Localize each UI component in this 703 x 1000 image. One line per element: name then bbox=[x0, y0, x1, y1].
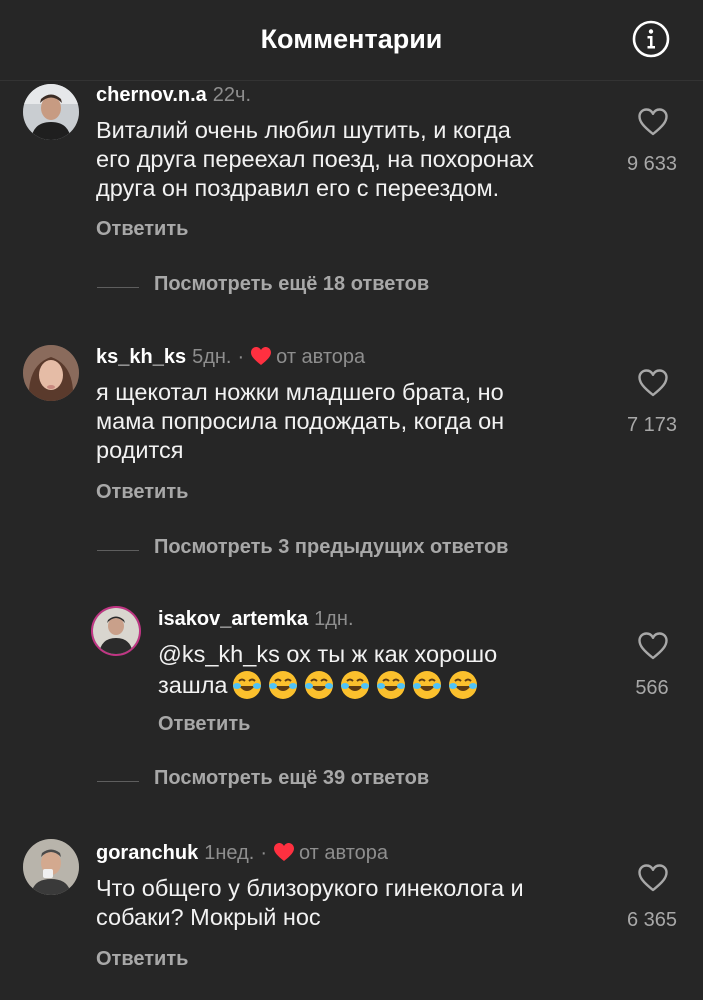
like-count: 9 633 bbox=[626, 153, 678, 175]
avatar[interactable] bbox=[23, 345, 79, 401]
avatar[interactable] bbox=[23, 839, 79, 895]
like-count: 6 365 bbox=[626, 909, 678, 931]
timestamp: 22ч. bbox=[212, 84, 252, 106]
tears-of-joy-emoji bbox=[305, 671, 334, 699]
tears-of-joy-emoji bbox=[269, 671, 298, 699]
comment-text-word: зашла bbox=[158, 672, 228, 698]
header: Комментарии bbox=[0, 0, 703, 81]
comment-text-line: @ks_kh_ks ох ты ж как хорошо bbox=[158, 641, 498, 667]
avatar[interactable] bbox=[23, 84, 79, 140]
tears-of-joy-emoji bbox=[341, 671, 370, 699]
like-count: 7 173 bbox=[626, 414, 678, 436]
comment-text-line: его друга переехал поезд, на похоронах bbox=[96, 146, 534, 172]
reply-button[interactable]: Ответить bbox=[96, 218, 188, 241]
emoji-row bbox=[227, 669, 479, 708]
reply-button[interactable]: Ответить bbox=[96, 948, 188, 971]
divider-line bbox=[97, 781, 139, 782]
comment-meta: goranchuk 1нед. · от автора bbox=[96, 842, 388, 865]
author-badge: от автора bbox=[276, 346, 366, 368]
heart-outline-icon[interactable] bbox=[637, 368, 669, 398]
comment-text-line: я щекотал ножки младшего брата, но bbox=[96, 379, 504, 405]
comment-text: @ks_kh_ks ох ты ж как хорошо зашла bbox=[158, 640, 497, 708]
divider-line bbox=[97, 287, 139, 288]
comment-text: Что общего у близорукого гинеколога и со… bbox=[96, 874, 524, 932]
comment-text-line: мама попросила подождать, когда он bbox=[96, 408, 505, 434]
view-previous-replies[interactable]: Посмотреть 3 предыдущих ответов bbox=[0, 536, 703, 566]
view-more-label[interactable]: Посмотреть ещё 18 ответов bbox=[154, 273, 429, 296]
view-more-label[interactable]: Посмотреть 3 предыдущих ответов bbox=[154, 536, 508, 559]
timestamp: 1нед. bbox=[204, 842, 255, 864]
username[interactable]: ks_kh_ks bbox=[96, 346, 186, 368]
username[interactable]: goranchuk bbox=[96, 842, 198, 864]
comment-text-line: родится bbox=[96, 437, 184, 463]
username[interactable]: chernov.n.a bbox=[96, 84, 207, 106]
separator-dot: · bbox=[237, 346, 245, 368]
reply-button[interactable]: Ответить bbox=[158, 713, 250, 736]
tears-of-joy-emoji bbox=[377, 671, 406, 699]
comment-text-line: Виталий очень любил шутить, и когда bbox=[96, 117, 511, 143]
info-icon[interactable] bbox=[632, 20, 670, 58]
separator-dot: · bbox=[260, 842, 267, 864]
comment-text: Виталий очень любил шутить, и когда его … bbox=[96, 116, 534, 203]
comment-text-line: зашла bbox=[158, 669, 497, 708]
divider-line bbox=[97, 550, 139, 551]
view-more-replies[interactable]: Посмотреть ещё 18 ответов bbox=[0, 273, 703, 303]
page-title: Комментарии bbox=[260, 24, 443, 54]
comment-meta: chernov.n.a 22ч. bbox=[96, 84, 251, 107]
author-badge: от автора bbox=[299, 842, 389, 864]
like-count: 566 bbox=[635, 677, 669, 699]
view-more-replies[interactable]: Посмотреть ещё 39 ответов bbox=[0, 767, 703, 797]
comment-text-line: друга он поздравил его с переездом. bbox=[96, 175, 500, 201]
reply-button[interactable]: Ответить bbox=[96, 481, 188, 504]
heart-outline-icon[interactable] bbox=[637, 107, 669, 137]
heart-outline-icon[interactable] bbox=[637, 863, 669, 893]
comment-meta: ks_kh_ks 5дн. · от автора bbox=[96, 346, 365, 369]
comment-text-line: собаки? Мокрый нос bbox=[96, 904, 321, 930]
tears-of-joy-emoji bbox=[233, 671, 262, 699]
username[interactable]: isakov_artemka bbox=[158, 608, 308, 630]
tears-of-joy-emoji bbox=[449, 671, 478, 699]
filled-heart-icon bbox=[274, 843, 294, 861]
view-more-label[interactable]: Посмотреть ещё 39 ответов bbox=[154, 767, 429, 790]
comment-meta: isakov_artemka 1дн. bbox=[158, 608, 354, 631]
filled-heart-icon bbox=[251, 347, 272, 365]
timestamp: 5дн. bbox=[192, 346, 232, 368]
comment-text: я щекотал ножки младшего брата, но мама … bbox=[96, 378, 504, 465]
comment-text-line: Что общего у близорукого гинеколога и bbox=[96, 875, 524, 901]
tears-of-joy-emoji bbox=[413, 671, 442, 699]
timestamp: 1дн. bbox=[314, 608, 354, 630]
avatar[interactable] bbox=[91, 606, 141, 656]
heart-outline-icon[interactable] bbox=[637, 631, 669, 661]
